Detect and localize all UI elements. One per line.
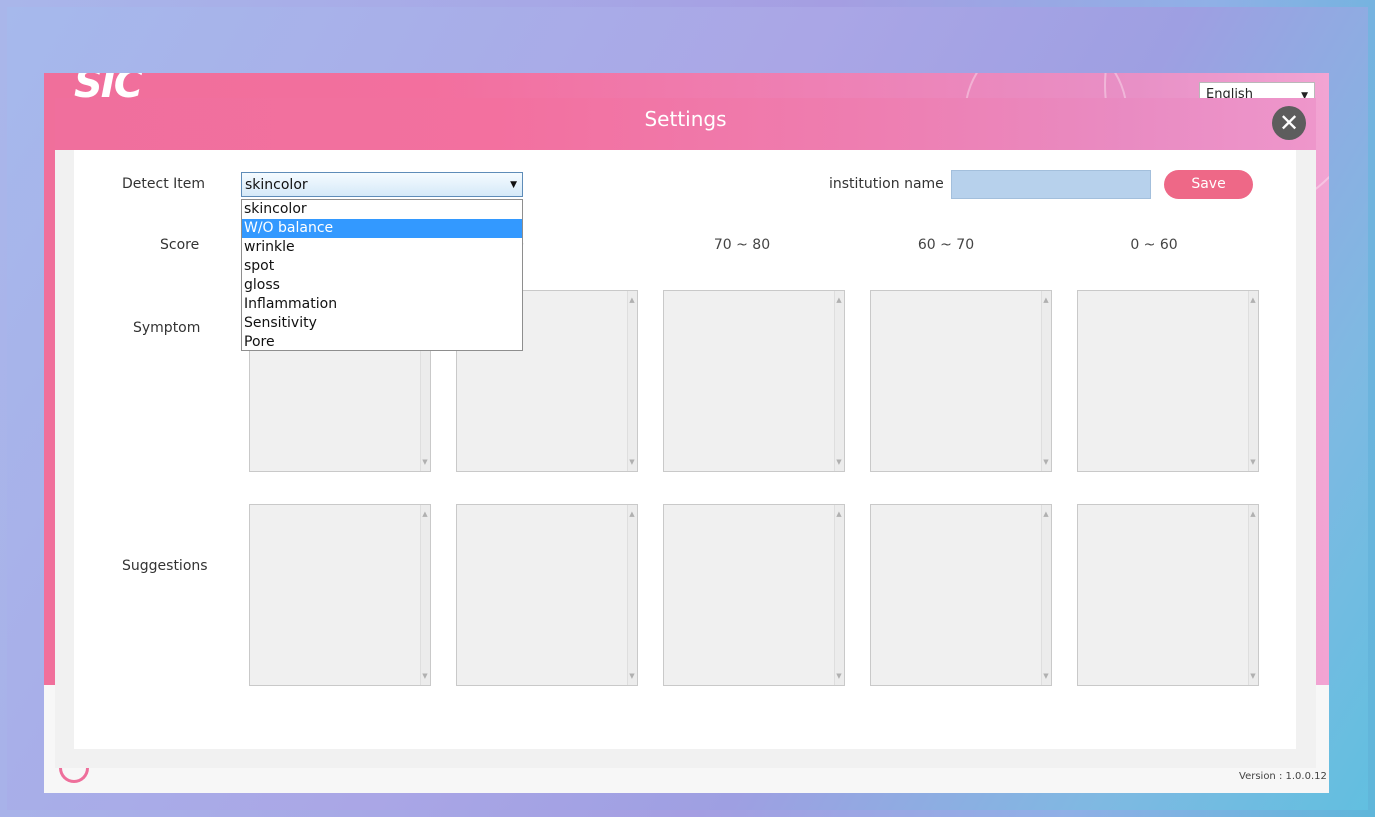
scrollbar[interactable]	[627, 505, 637, 685]
scroll-down-icon[interactable]: ▼	[628, 672, 636, 680]
score-label: Score	[160, 237, 200, 253]
settings-dialog: Settings ✕ Detect Item skincolor ▼ skinc…	[55, 98, 1316, 768]
dialog-header: Settings ✕	[55, 98, 1316, 150]
dropdown-option-inflammation[interactable]: Inflammation	[242, 295, 522, 314]
symptom-textarea-3[interactable]: ▲ ▼	[663, 290, 845, 472]
suggestion-textarea-3[interactable]: ▲ ▼	[663, 504, 845, 686]
dropdown-option-sensitivity[interactable]: Sensitivity	[242, 314, 522, 333]
institution-name-input[interactable]	[951, 170, 1151, 199]
scroll-up-icon[interactable]: ▲	[628, 510, 636, 518]
close-icon[interactable]: ✕	[1272, 106, 1306, 140]
dropdown-option-wrinkle[interactable]: wrinkle	[242, 238, 522, 257]
scroll-down-icon[interactable]: ▼	[835, 458, 843, 466]
score-range-4: 60 ~ 70	[917, 237, 975, 253]
suggestions-label: Suggestions	[122, 558, 208, 574]
app-logo: SIC	[74, 73, 143, 99]
scroll-down-icon[interactable]: ▼	[1042, 672, 1050, 680]
detect-item-label: Detect Item	[122, 176, 206, 192]
scrollbar[interactable]	[1248, 291, 1258, 471]
scrollbar[interactable]	[627, 291, 637, 471]
score-range-3: 70 ~ 80	[713, 237, 771, 253]
suggestion-textarea-5[interactable]: ▲ ▼	[1077, 504, 1259, 686]
scroll-up-icon[interactable]: ▲	[835, 296, 843, 304]
scroll-up-icon[interactable]: ▲	[1042, 296, 1050, 304]
dropdown-option-skincolor[interactable]: skincolor	[242, 200, 522, 219]
scrollbar[interactable]	[1248, 505, 1258, 685]
scroll-up-icon[interactable]: ▲	[421, 510, 429, 518]
suggestion-textarea-4[interactable]: ▲ ▼	[870, 504, 1052, 686]
symptom-textarea-4[interactable]: ▲ ▼	[870, 290, 1052, 472]
scroll-up-icon[interactable]: ▲	[1042, 510, 1050, 518]
dialog-title: Settings	[644, 107, 727, 131]
scrollbar[interactable]	[420, 505, 430, 685]
symptom-label: Symptom	[133, 320, 201, 336]
version-text: Version : 1.0.0.12	[1239, 771, 1327, 782]
scroll-down-icon[interactable]: ▼	[421, 672, 429, 680]
scroll-down-icon[interactable]: ▼	[1249, 458, 1257, 466]
dropdown-option-pore[interactable]: Pore	[242, 333, 522, 352]
scroll-down-icon[interactable]: ▼	[835, 672, 843, 680]
detect-item-dropdown: skincolor W/O balance wrinkle spot gloss…	[241, 199, 523, 351]
scrollbar[interactable]	[1041, 505, 1051, 685]
institution-name-label: institution name	[829, 176, 944, 192]
scroll-down-icon[interactable]: ▼	[1042, 458, 1050, 466]
dropdown-option-wo-balance[interactable]: W/O balance	[242, 219, 522, 238]
scroll-up-icon[interactable]: ▲	[628, 296, 636, 304]
scroll-down-icon[interactable]: ▼	[421, 458, 429, 466]
scroll-up-icon[interactable]: ▲	[1249, 296, 1257, 304]
score-range-5: 0 ~ 60	[1130, 237, 1178, 253]
dialog-body: Detect Item skincolor ▼ skincolor W/O ba…	[74, 150, 1296, 749]
detect-item-select[interactable]: skincolor ▼	[241, 172, 523, 197]
scroll-up-icon[interactable]: ▲	[835, 510, 843, 518]
suggestion-textarea-1[interactable]: ▲ ▼	[249, 504, 431, 686]
dropdown-option-spot[interactable]: spot	[242, 257, 522, 276]
suggestion-textarea-2[interactable]: ▲ ▼	[456, 504, 638, 686]
detect-item-value: skincolor	[245, 177, 308, 193]
scroll-down-icon[interactable]: ▼	[1249, 672, 1257, 680]
dropdown-option-gloss[interactable]: gloss	[242, 276, 522, 295]
scrollbar[interactable]	[1041, 291, 1051, 471]
chevron-down-icon: ▼	[510, 180, 517, 190]
scrollbar[interactable]	[834, 505, 844, 685]
scroll-down-icon[interactable]: ▼	[628, 458, 636, 466]
save-button[interactable]: Save	[1164, 170, 1253, 199]
symptom-textarea-5[interactable]: ▲ ▼	[1077, 290, 1259, 472]
scroll-up-icon[interactable]: ▲	[1249, 510, 1257, 518]
scrollbar[interactable]	[834, 291, 844, 471]
